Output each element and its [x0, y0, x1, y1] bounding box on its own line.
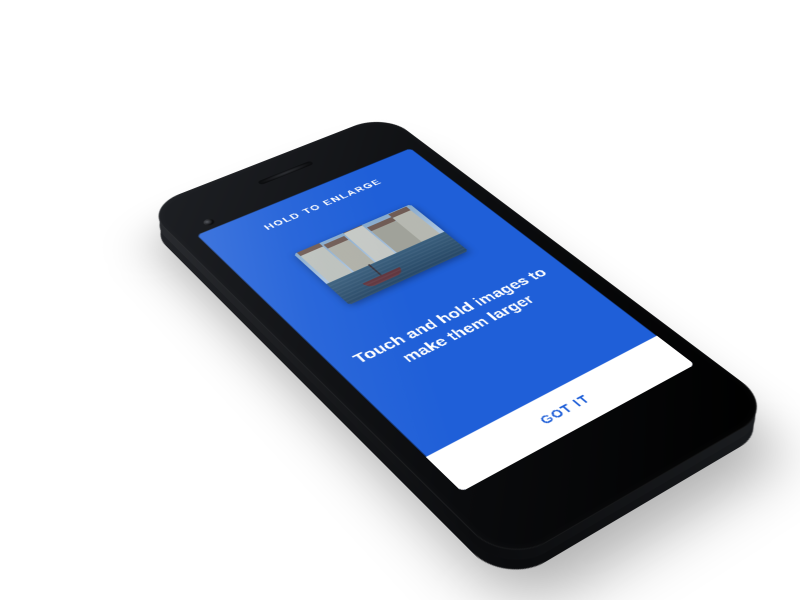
front-camera — [202, 217, 217, 226]
scene: HOLD TO ENLARGE Touch a — [0, 0, 800, 600]
got-it-label: GOT IT — [536, 392, 593, 426]
enlarge-preview-image[interactable] — [294, 204, 469, 305]
phone-mockup: HOLD TO ENLARGE Touch a — [144, 114, 777, 566]
earpiece — [257, 161, 314, 185]
